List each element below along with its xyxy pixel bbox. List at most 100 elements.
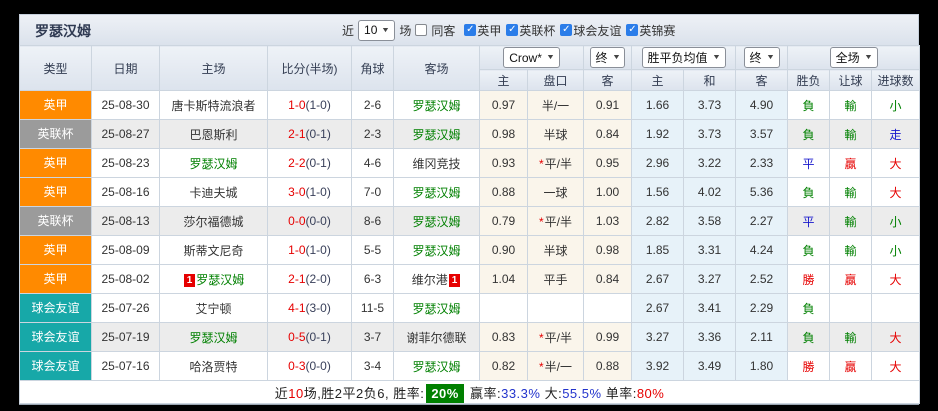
home-team-link[interactable]: 唐卡斯特流浪者 (171, 99, 255, 113)
away-team-link[interactable]: 维尔港 (412, 273, 448, 287)
home-team-link[interactable]: 莎尔福德城 (183, 215, 243, 229)
home-team-link[interactable]: 哈洛贾特 (189, 360, 237, 374)
league-badge: 英甲 (20, 178, 91, 206)
away-team-cell: 罗瑟汉姆 (393, 293, 480, 323)
handicap-result: 輸 (829, 177, 873, 207)
asian-time-select[interactable]: 终 ▼ (589, 47, 626, 68)
bookmaker-select[interactable]: Crow* ▼ (503, 47, 560, 68)
odds-home: 1.92 (631, 119, 685, 149)
fulltime-score: 4-1 (288, 301, 306, 315)
asian-home-odds: 0.82 (479, 351, 528, 381)
league-filter-item[interactable]: ✓ 英锦赛 (626, 22, 675, 39)
scope-select[interactable]: 全场 ▼ (829, 47, 878, 68)
away-team-cell: 罗瑟汉姆 (393, 90, 480, 120)
halftime-score: (0-1) (305, 127, 331, 141)
odds-draw: 3.27 (683, 264, 737, 294)
euro-time-select[interactable]: 终 ▼ (743, 47, 780, 68)
away-team-link[interactable]: 罗瑟汉姆 (412, 302, 460, 316)
away-team-link[interactable]: 罗瑟汉姆 (412, 99, 460, 113)
asian-home-odds: 0.83 (479, 322, 528, 352)
asian-time-select-value: 终 (595, 51, 608, 65)
league-checkbox-label: 英甲 (477, 23, 502, 38)
away-team-link[interactable]: 维冈竞技 (412, 157, 460, 171)
odds-away: 3.57 (735, 119, 789, 149)
odds-away: 2.11 (735, 322, 789, 352)
handicap-cell: *平/半 (526, 322, 585, 352)
odds-draw: 3.36 (683, 322, 737, 352)
home-team-link[interactable]: 斯蒂文尼奇 (183, 244, 243, 258)
away-team-link[interactable]: 谢菲尔德联 (406, 331, 466, 345)
header-row-selects: 类型 日期 主场 比分(半场) 角球 客场 Crow* ▼ 终 ▼ 胜平负均值 ▼ 终… (19, 45, 921, 91)
home-team-link[interactable]: 卡迪夫城 (189, 186, 237, 200)
score-cell: 2-1(2-0) (267, 264, 352, 294)
away-team-link[interactable]: 罗瑟汉姆 (412, 360, 460, 374)
bookmaker-select-value: Crow* (509, 50, 542, 65)
odds-home: 3.27 (631, 322, 685, 352)
same-away-checkbox[interactable] (415, 24, 428, 36)
match-date: 25-08-13 (91, 206, 160, 236)
away-team-link[interactable]: 罗瑟汉姆 (412, 128, 460, 142)
matches-label: 场 (399, 23, 412, 38)
match-date: 25-08-23 (91, 148, 160, 178)
handicap-text: 半球 (543, 243, 568, 258)
handicap-cell: 半/一 (526, 90, 585, 120)
match-row: 球会友谊 25-07-19 罗瑟汉姆 0-5(0-1) 3-7 谢菲尔德联 0.83 *平/半… (19, 322, 921, 352)
away-team-link[interactable]: 罗瑟汉姆 (412, 186, 460, 200)
goals-result (871, 293, 921, 323)
wdl-result: 負 (787, 177, 831, 207)
league-cell: 英甲 (19, 177, 92, 207)
home-team-link[interactable]: 罗瑟汉姆 (196, 273, 244, 287)
team-title: 罗瑟汉姆 (35, 23, 91, 39)
handicap-cell (526, 293, 585, 323)
chevron-down-icon: ▼ (611, 54, 621, 61)
fulltime-score: 2-1 (288, 272, 306, 286)
red-card-badge: 1 (448, 273, 461, 287)
league-filter-item[interactable]: ✓ 英联杯 (506, 22, 555, 39)
wdl-result: 負 (787, 235, 831, 265)
chevron-down-icon: ▼ (711, 54, 721, 61)
league-checkbox[interactable]: ✓ (626, 24, 639, 36)
recent-count-select[interactable]: 10 ▼ (358, 19, 396, 41)
odds-draw: 3.31 (683, 235, 737, 265)
halftime-score: (1-0) (305, 243, 331, 257)
home-team-link[interactable]: 艾宁顿 (195, 302, 231, 316)
asian-away-odds: 0.99 (583, 322, 633, 352)
home-team-link[interactable]: 罗瑟汉姆 (189, 157, 237, 171)
title-bar: 罗瑟汉姆 近 10 ▼ 场 同客 ✓ 英甲 ✓ 英联杯 ✓ 球会友谊 ✓ 英锦赛 (19, 14, 919, 45)
halftime-score: (3-0) (305, 301, 331, 315)
fulltime-score: 1-0 (288, 98, 306, 112)
fulltime-score: 0-0 (288, 214, 306, 228)
wdl-result: 平 (787, 148, 831, 178)
league-cell: 英联杯 (19, 206, 92, 236)
league-checkbox[interactable]: ✓ (464, 24, 477, 36)
away-team-link[interactable]: 罗瑟汉姆 (412, 244, 460, 258)
win-rate-badge: 20% (426, 383, 464, 403)
odds-draw: 3.41 (683, 293, 737, 323)
away-team-link[interactable]: 罗瑟汉姆 (412, 215, 460, 229)
league-cell: 英甲 (19, 148, 92, 178)
summary-text: 10 (288, 385, 304, 401)
home-team-link[interactable]: 罗瑟汉姆 (189, 331, 237, 345)
league-checkbox[interactable]: ✓ (560, 24, 573, 36)
match-row: 球会友谊 25-07-26 艾宁顿 4-1(3-0) 11-5 罗瑟汉姆 2.67 3.41 2… (19, 293, 921, 323)
league-badge: 球会友谊 (20, 323, 91, 351)
league-checkbox[interactable]: ✓ (506, 24, 519, 36)
handicap-text: 半/一 (541, 98, 570, 113)
league-filter-item[interactable]: ✓ 英甲 (464, 22, 501, 39)
halftime-score: (2-0) (305, 272, 331, 286)
league-filter-item[interactable]: ✓ 球会友谊 (560, 22, 621, 39)
odds-type-select[interactable]: 胜平负均值 ▼ (641, 47, 726, 68)
home-team-link[interactable]: 巴恩斯利 (189, 128, 237, 142)
handicap-change-marker: * (539, 156, 544, 171)
away-team-cell: 罗瑟汉姆 (393, 119, 480, 149)
odds-home: 3.92 (631, 351, 685, 381)
league-checkbox-label: 球会友谊 (573, 23, 622, 38)
asian-time-group: 终 ▼ (583, 45, 633, 70)
match-row: 英甲 25-08-16 卡迪夫城 3-0(1-0) 7-0 罗瑟汉姆 0.88 一球 1.00 1… (19, 177, 921, 207)
league-badge: 球会友谊 (20, 294, 91, 322)
odds-home: 1.66 (631, 90, 685, 120)
recent-label: 近 (342, 23, 355, 38)
score-cell: 3-0(1-0) (267, 177, 352, 207)
odds-away: 5.36 (735, 177, 789, 207)
goals-result: 小 (871, 206, 921, 236)
